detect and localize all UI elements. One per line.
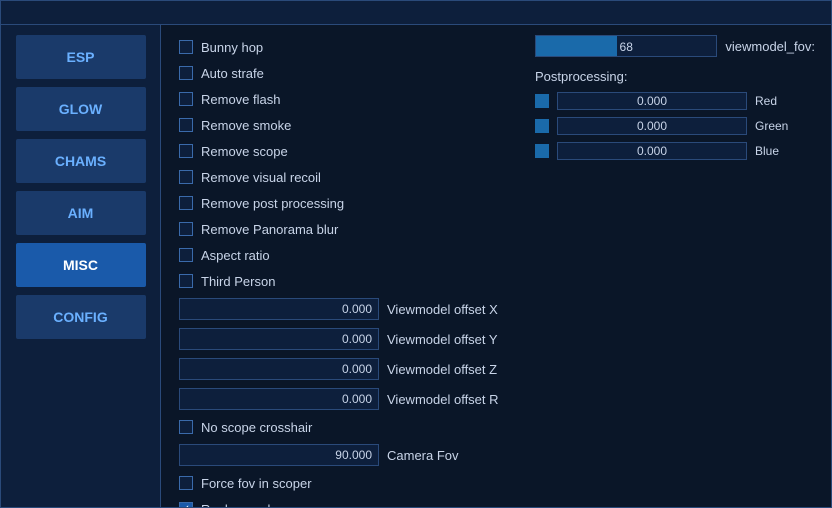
checkbox-label-remove-scope: Remove scope <box>201 144 288 159</box>
color-slider-value-red: 0.000 <box>558 94 746 108</box>
input-label-viewmodel-r: Viewmodel offset R <box>387 392 499 407</box>
checkbox-label-third-person: Third Person <box>201 274 275 289</box>
input-row-viewmodel-y: Viewmodel offset Y <box>177 325 505 353</box>
viewmodel-fov-value: 68 <box>536 36 716 58</box>
checkbox-row-remove-scope: Remove scope <box>177 139 505 163</box>
sidebar-item-chams[interactable]: CHAMS <box>16 139 146 183</box>
input-row-viewmodel-x: Viewmodel offset X <box>177 295 505 323</box>
checkbox-label-auto-strafe: Auto strafe <box>201 66 264 81</box>
checkbox-label-remove-visual-recoil: Remove visual recoil <box>201 170 321 185</box>
sidebar-item-glow[interactable]: GLOW <box>16 87 146 131</box>
sidebar-item-config[interactable]: CONFIG <box>16 295 146 339</box>
color-slider-value-blue: 0.000 <box>558 144 746 158</box>
viewmodel-fov-slider[interactable]: 68 <box>535 35 717 57</box>
checkbox-row-auto-strafe: Auto strafe <box>177 61 505 85</box>
color-slider-row-red: 0.000 Red <box>535 92 815 110</box>
checkbox-row-force-fov: Force fov in scoper <box>177 471 505 495</box>
main-content: Bunny hop Auto strafe Remove flash Remove s… <box>161 25 831 507</box>
sidebar-item-esp[interactable]: ESP <box>16 35 146 79</box>
color-slider-value-green: 0.000 <box>558 119 746 133</box>
checkbox-label-remove-smoke: Remove smoke <box>201 118 291 133</box>
checkbox-force-fov[interactable] <box>179 476 193 490</box>
checkbox-row-remove-post-processing: Remove post processing <box>177 191 505 215</box>
postprocessing-label: Postprocessing: <box>535 69 815 84</box>
color-indicator-blue <box>535 144 549 158</box>
color-label-blue: Blue <box>755 144 795 158</box>
title-bar <box>1 1 831 25</box>
input-viewmodel-z[interactable] <box>179 358 379 380</box>
checkbox-label-aspect-ratio: Aspect ratio <box>201 248 270 263</box>
checkbox-row-remove-visual-recoil: Remove visual recoil <box>177 165 505 189</box>
color-slider-green[interactable]: 0.000 <box>557 117 747 135</box>
input-label-viewmodel-y: Viewmodel offset Y <box>387 332 498 347</box>
input-label-viewmodel-x: Viewmodel offset X <box>387 302 498 317</box>
checkbox-remove-post-processing[interactable] <box>179 196 193 210</box>
input-label-viewmodel-z: Viewmodel offset Z <box>387 362 497 377</box>
checkbox-no-scope-crosshair[interactable] <box>179 420 193 434</box>
checkbox-row-no-scope-crosshair: No scope crosshair <box>177 415 505 439</box>
right-panel: 68viewmodel_fov:Postprocessing:0.000Red0… <box>535 35 815 497</box>
input-camera-fov[interactable] <box>179 444 379 466</box>
checkbox-remove-flash[interactable] <box>179 92 193 106</box>
checkbox-row-remove-panorama-blur: Remove Panorama blur <box>177 217 505 241</box>
color-label-green: Green <box>755 119 795 133</box>
input-viewmodel-r[interactable] <box>179 388 379 410</box>
checkbox-row-third-person: Third Person <box>177 269 505 293</box>
input-viewmodel-y[interactable] <box>179 328 379 350</box>
input-viewmodel-x[interactable] <box>179 298 379 320</box>
left-panel: Bunny hop Auto strafe Remove flash Remove s… <box>177 35 505 497</box>
sidebar: ESP GLOW CHAMS AIM MISC CONFIG <box>1 25 161 507</box>
sidebar-item-aim[interactable]: AIM <box>16 191 146 235</box>
checkbox-label-remove-post-processing: Remove post processing <box>201 196 344 211</box>
checkbox-remove-panorama-blur[interactable] <box>179 222 193 236</box>
input-row-camera-fov: Camera Fov <box>177 441 505 469</box>
color-indicator-green <box>535 119 549 133</box>
color-slider-red[interactable]: 0.000 <box>557 92 747 110</box>
checkbox-remove-visual-recoil[interactable] <box>179 170 193 184</box>
viewmodel-fov-row: 68 viewmodel_fov: <box>535 35 815 57</box>
color-label-red: Red <box>755 94 795 108</box>
checkbox-aspect-ratio[interactable] <box>179 248 193 262</box>
close-button[interactable] <box>807 5 823 21</box>
color-slider-row-blue: 0.000 Blue <box>535 142 815 160</box>
checkbox-row-aspect-ratio: Aspect ratio <box>177 243 505 267</box>
checkbox-label-remove-panorama-blur: Remove Panorama blur <box>201 222 338 237</box>
color-slider-blue[interactable]: 0.000 <box>557 142 747 160</box>
checkbox-row-rank-reveal: Rank reveal <box>177 497 505 507</box>
main-window: ESP GLOW CHAMS AIM MISC CONFIG Bunny hop Auto … <box>0 0 832 508</box>
checkbox-label-bunny-hop: Bunny hop <box>201 40 263 55</box>
input-row-viewmodel-z: Viewmodel offset Z <box>177 355 505 383</box>
checkbox-row-remove-smoke: Remove smoke <box>177 113 505 137</box>
checkbox-remove-scope[interactable] <box>179 144 193 158</box>
color-indicator-red <box>535 94 549 108</box>
checkbox-third-person[interactable] <box>179 274 193 288</box>
checkbox-bunny-hop[interactable] <box>179 40 193 54</box>
checkbox-row-remove-flash: Remove flash <box>177 87 505 111</box>
input-row-viewmodel-r: Viewmodel offset R <box>177 385 505 413</box>
viewmodel-fov-label: viewmodel_fov: <box>725 39 815 54</box>
checkbox-label-no-scope-crosshair: No scope crosshair <box>201 420 312 435</box>
sidebar-item-misc[interactable]: MISC <box>16 243 146 287</box>
checkbox-rank-reveal[interactable] <box>179 502 193 507</box>
checkbox-label-force-fov: Force fov in scoper <box>201 476 312 491</box>
color-slider-row-green: 0.000 Green <box>535 117 815 135</box>
checkbox-remove-smoke[interactable] <box>179 118 193 132</box>
checkbox-row-bunny-hop: Bunny hop <box>177 35 505 59</box>
checkbox-label-remove-flash: Remove flash <box>201 92 280 107</box>
content-area: ESP GLOW CHAMS AIM MISC CONFIG Bunny hop Auto … <box>1 25 831 507</box>
input-label-camera-fov: Camera Fov <box>387 448 459 463</box>
checkbox-label-rank-reveal: Rank reveal <box>201 502 270 508</box>
checkbox-auto-strafe[interactable] <box>179 66 193 80</box>
